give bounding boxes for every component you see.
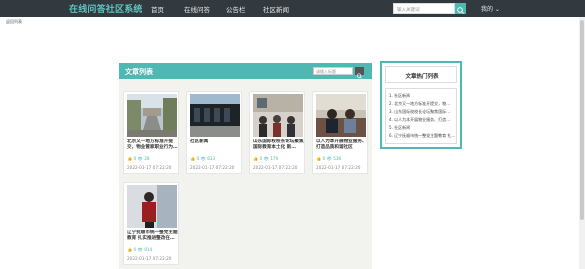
hot-article-item[interactable]: 4. 以人为本开展物业服务、打造… <box>389 117 455 123</box>
article-date: 2022-01-17 07:22:20 <box>253 165 298 170</box>
article-date: 2022-01-17 07:22:20 <box>127 165 172 170</box>
header-search-input[interactable]: 输入关键词 <box>393 3 455 14</box>
article-card[interactable]: 社区新闻 👍 0 👁 633 2022-01-17 07:22:20 <box>186 91 242 174</box>
hot-articles-title: 文章热门列表 <box>405 74 439 80</box>
nav-home[interactable]: 首页 <box>151 4 164 14</box>
article-thumbnail <box>127 94 177 137</box>
hot-articles-panel: 文章热门列表 1. 社区新闻 2. 北京又一地方标准开提交，物… 3. 山东国际… <box>380 61 462 149</box>
back-to-list-link[interactable]: 返回列表 <box>6 19 22 25</box>
my-account-menu[interactable]: 我的 ⌄ <box>481 4 500 13</box>
article-stats: 👍 0 👁 633 <box>190 156 216 161</box>
article-stats: 👍 0 👁 179 <box>253 156 279 161</box>
article-stats: 👍 0 👁 28 <box>127 156 150 161</box>
hot-article-item[interactable]: 6. 辽宁抚顺市统一整党主题教育 扎… <box>389 133 455 139</box>
article-thumbnail <box>253 94 303 137</box>
article-list-panel: 文章列表 请输入标题 北京又一地方标准开提交，物业管家职业行为… 👍 0 👁 2… <box>119 63 372 269</box>
hot-article-item[interactable]: 1. 社区新闻 <box>389 93 455 99</box>
article-list-header: 文章列表 请输入标题 <box>119 63 372 79</box>
search-icon <box>356 73 362 79</box>
article-title: 以人为本开展物业服务、打造品质和谐社区 <box>316 139 367 150</box>
article-thumbnail <box>127 185 177 228</box>
site-brand[interactable]: 在线问答社区系统 <box>69 2 143 15</box>
hot-article-item[interactable]: 5. 社区新闻 <box>389 125 455 131</box>
nav-qa[interactable]: 在线问答 <box>184 4 210 14</box>
article-title: 社区新闻 <box>190 139 209 144</box>
article-search-input[interactable]: 请输入标题 <box>313 67 353 75</box>
article-title: 北京又一地方标准开提交，物业管家职业行为… <box>127 139 178 150</box>
article-title: 辽宁抚顺市统一整党主题教育 扎实推进整改在… <box>127 230 178 241</box>
top-navbar: 在线问答社区系统 首页 在线问答 公告栏 社区新闻 输入关键词 我的 ⌄ <box>0 0 585 17</box>
article-card[interactable]: 以人为本开展物业服务、打造品质和谐社区 👍 0 👁 536 2022-01-17… <box>312 91 368 174</box>
article-search-button[interactable] <box>355 67 364 79</box>
article-card[interactable]: 辽宁抚顺市统一整党主题教育 扎实推进整改在… 👍 0 👁 914 2022-01… <box>123 182 179 265</box>
page-scrollbar[interactable] <box>579 17 585 269</box>
article-stats: 👍 0 👁 914 <box>127 247 153 252</box>
search-icon <box>457 7 464 14</box>
scrollbar-thumb[interactable] <box>580 20 584 220</box>
article-date: 2022-01-17 07:22:20 <box>316 165 361 170</box>
hot-article-item[interactable]: 3. 山东国际校校长论坛聚焦国际… <box>389 109 455 115</box>
article-thumbnail <box>190 94 240 137</box>
hot-articles-list: 1. 社区新闻 2. 北京又一地方标准开提交，物… 3. 山东国际校校长论坛聚焦… <box>385 88 457 144</box>
hot-articles-header: 文章热门列表 <box>385 66 457 83</box>
article-thumbnail <box>316 94 366 137</box>
article-date: 2022-01-17 07:22:20 <box>127 256 172 261</box>
header-search-button[interactable] <box>455 3 466 14</box>
article-list-title: 文章列表 <box>125 68 153 76</box>
article-date: 2022-01-17 07:22:20 <box>190 165 235 170</box>
article-title: 山东国际校校长论坛聚焦国际教育本土化 新… <box>253 139 304 150</box>
nav-news[interactable]: 社区新闻 <box>263 4 289 14</box>
hot-article-item[interactable]: 2. 北京又一地方标准开提交，物… <box>389 101 455 107</box>
article-card[interactable]: 山东国际校校长论坛聚焦国际教育本土化 新… 👍 0 👁 179 2022-01-… <box>249 91 305 174</box>
nav-notice[interactable]: 公告栏 <box>226 4 246 14</box>
article-card[interactable]: 北京又一地方标准开提交，物业管家职业行为… 👍 0 👁 28 2022-01-1… <box>123 91 179 174</box>
article-stats: 👍 0 👁 536 <box>316 156 342 161</box>
